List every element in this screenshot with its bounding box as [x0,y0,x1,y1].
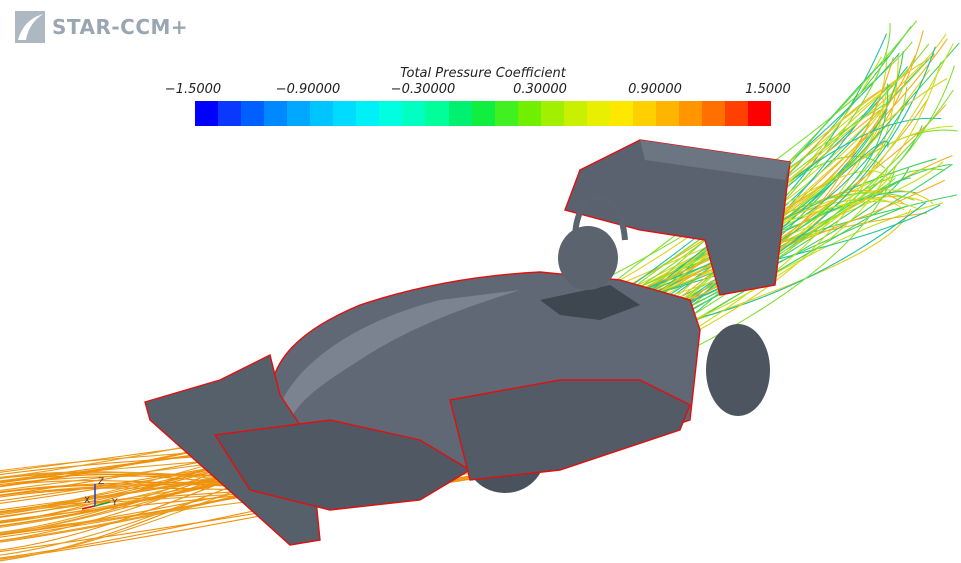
axis-z-label: Z [98,477,104,487]
colorbar-segment [632,101,656,126]
colorbar-segment [471,101,495,126]
colorbar-segment [678,101,703,126]
colorbar-title: Total Pressure Coefficient [400,66,566,81]
race-car-geometry [144,139,791,546]
colorbar-segment [310,101,334,126]
colorbar-segment [379,101,403,126]
app-logo-text: STAR-CCM+ [52,15,189,39]
colorbar-segment [609,101,633,126]
colorbar-segment [517,101,541,126]
driver-helmet [558,226,618,290]
colorbar-segment [195,101,219,126]
colorbar-segment [448,101,472,126]
colorbar-segment [725,101,749,126]
colorbar [195,101,772,126]
axis-y-label: Y [111,498,118,508]
colorbar-tick: 1.5000 [745,82,791,97]
colorbar-segment [402,101,426,126]
colorbar-segment [218,101,242,126]
graphics-viewport[interactable]: Z Y X STAR-CCM+ Total Pressure Coefficie… [0,0,961,563]
star-ccm-logo-icon [15,11,45,43]
colorbar-segment [425,101,449,126]
axis-x-label: X [84,496,90,506]
colorbar-segment [540,101,564,126]
colorbar-segment [494,101,518,126]
cfd-scene[interactable]: Z Y X [0,0,961,563]
colorbar-tick: −1.5000 [164,82,222,97]
colorbar-segment [702,101,726,126]
colorbar-tick: −0.30000 [390,82,456,97]
colorbar-tick: 0.30000 [513,82,567,97]
colorbar-tick: 0.90000 [628,82,682,97]
colorbar-segment [356,101,380,126]
app-logo: STAR-CCM+ [14,10,188,44]
colorbar-segment [586,101,610,126]
colorbar-segment [563,101,587,126]
colorbar-segment [655,101,679,126]
sidepod [449,379,691,481]
colorbar-segment [264,101,288,126]
colorbar-segment [748,101,772,126]
colorbar-tick: −0.90000 [275,82,341,97]
colorbar-segment [333,101,357,126]
colorbar-segment [287,101,311,126]
colorbar-segment [241,101,265,126]
rear-wheel [706,324,770,416]
